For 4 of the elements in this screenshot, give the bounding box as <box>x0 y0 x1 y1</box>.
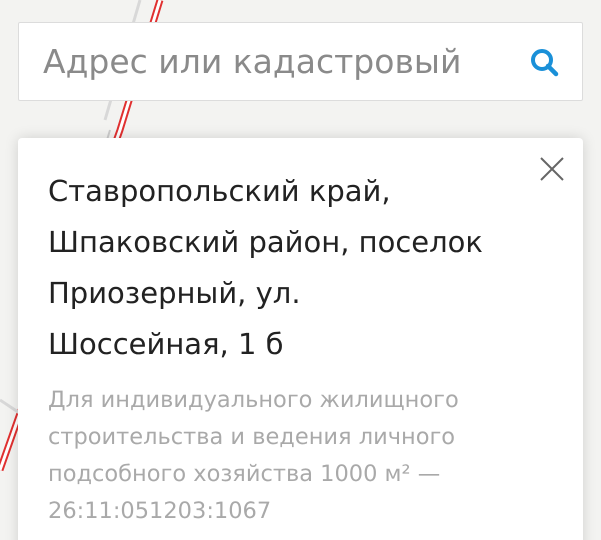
search-icon[interactable] <box>529 47 559 77</box>
search-field[interactable]: Адрес или кадастровый <box>18 22 583 101</box>
parcel-description: Для индивидуального жилищного строительства и ведения личного подсобного хозяйства 1000 м² — 26:11:051203:1067 <box>48 386 460 526</box>
address-text: Ставропольский край, Шпаковский район, поселок Приозерный, ул. Шоссейная, 1 б <box>48 173 484 363</box>
